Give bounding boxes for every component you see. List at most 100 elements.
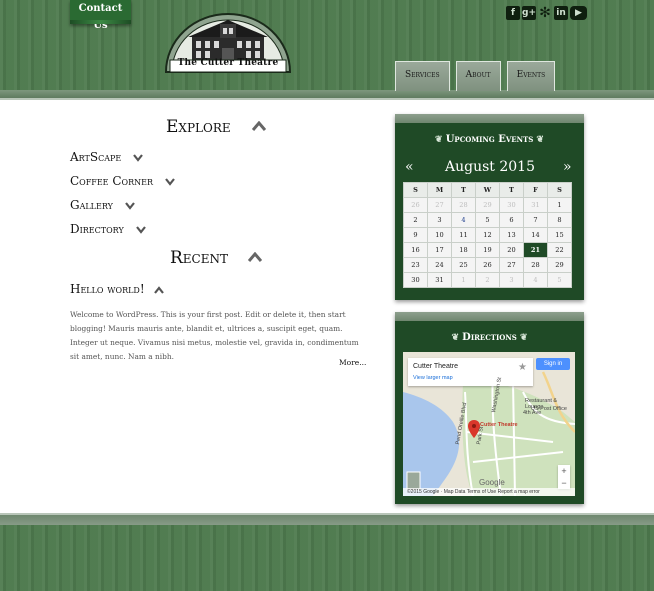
events-widget: ❦ Upcoming Events ❦ « August 2015 » S M … <box>395 114 584 300</box>
weekday-header: T <box>499 182 524 198</box>
nav-about[interactable]: About <box>455 61 501 91</box>
calendar-day: 29 <box>475 197 500 213</box>
calendar-day: 15 <box>547 227 572 243</box>
calendar-day: 1 <box>547 197 572 213</box>
calendar-week-row: 9 10 11 12 13 14 15 <box>403 227 572 243</box>
linkedin-icon[interactable]: in <box>554 6 568 20</box>
calendar-week-row: 16 17 18 19 20 21 22 <box>403 242 572 258</box>
calendar-day: 14 <box>523 227 548 243</box>
map-zoom-control: + − <box>558 465 570 489</box>
more-link[interactable]: More... <box>339 358 366 367</box>
header-band <box>0 90 654 100</box>
footer-band <box>0 513 654 525</box>
calendar-week-row: 2 3 4 5 6 7 8 <box>403 212 572 228</box>
explore-item-label: Coffee Corner <box>70 174 153 188</box>
chevron-down-icon[interactable] <box>133 153 143 162</box>
explore-title: Explore <box>166 117 231 137</box>
weekday-header: S <box>403 182 428 198</box>
explore-item-artscape[interactable]: ArtScape <box>70 150 143 164</box>
collapse-explore-icon[interactable] <box>252 121 266 131</box>
flourish-right-icon: ❦ <box>533 135 544 145</box>
prev-month-button[interactable]: « <box>405 159 414 175</box>
events-widget-title: ❦ Upcoming Events ❦ <box>395 134 584 145</box>
calendar-weekday-row: S M T W T F S <box>403 182 572 198</box>
zoom-in-button[interactable]: + <box>558 465 570 477</box>
nav-services[interactable]: Services <box>395 61 450 91</box>
contact-us-button[interactable]: Contact Us <box>70 0 131 31</box>
calendar-day: 13 <box>499 227 524 243</box>
calendar-day: 8 <box>547 212 572 228</box>
calendar-week-row: 30 31 1 2 3 4 5 <box>403 272 572 288</box>
explore-item-gallery[interactable]: Gallery <box>70 198 135 212</box>
youtube-icon[interactable]: ▶ <box>570 6 587 20</box>
calendar-day: 6 <box>499 212 524 228</box>
map-place-card: Cutter Theatre View larger map ★ <box>408 358 533 386</box>
post-title-link[interactable]: Hello world! <box>70 282 165 296</box>
calendar-day: 11 <box>451 227 476 243</box>
view-larger-map-link[interactable]: View larger map <box>413 375 453 381</box>
calendar-day: 28 <box>523 257 548 273</box>
calendar-day: 31 <box>427 272 452 288</box>
calendar-day: 2 <box>475 272 500 288</box>
flourish-left-icon: ❦ <box>435 135 446 145</box>
calendar-day: 24 <box>427 257 452 273</box>
explore-item-label: ArtScape <box>70 150 122 164</box>
explore-item-label: Gallery <box>70 198 113 212</box>
yelp-icon[interactable]: ✻ <box>538 6 552 20</box>
calendar-day: 18 <box>451 242 476 258</box>
map-place-name: Cutter Theatre <box>413 363 459 370</box>
calendar-day: 3 <box>427 212 452 228</box>
calendar-month: August 2015 <box>445 159 535 175</box>
chevron-down-icon[interactable] <box>164 177 175 186</box>
calendar-week-row: 23 24 25 26 27 28 29 <box>403 257 572 273</box>
calendar-day-event-link[interactable]: 4 <box>451 212 476 228</box>
flourish-left-icon: ❦ <box>451 333 463 343</box>
calendar-day: 5 <box>475 212 500 228</box>
calendar-day: 10 <box>427 227 452 243</box>
calendar-grid: S M T W T F S 26 27 28 29 30 31 1 2 3 4 … <box>403 182 572 288</box>
calendar-day: 28 <box>451 197 476 213</box>
calendar-day: 12 <box>475 227 500 243</box>
star-icon[interactable]: ★ <box>518 362 527 373</box>
weekday-header: F <box>523 182 548 198</box>
map-sign-in-button[interactable]: Sign in <box>536 358 570 370</box>
weekday-header: W <box>475 182 500 198</box>
calendar-day: 29 <box>547 257 572 273</box>
calendar-day: 1 <box>451 272 476 288</box>
explore-item-coffee-corner[interactable]: Coffee Corner <box>70 174 175 188</box>
chevron-down-icon[interactable] <box>124 201 135 210</box>
facebook-icon[interactable]: f <box>506 6 520 20</box>
weekday-header: S <box>547 182 572 198</box>
directions-widget-title: ❦ Directions ❦ <box>395 332 584 343</box>
map-footer: ©2015 Google · Map Data Terms of Use Rep… <box>403 488 575 496</box>
explore-item-directory[interactable]: Directory <box>70 222 146 236</box>
calendar-day-today: 21 <box>523 242 548 258</box>
widget-cap <box>395 312 584 321</box>
embedded-map[interactable]: Cutter Theatre View larger map ★ Sign in… <box>403 352 575 496</box>
calendar-day: 26 <box>403 197 428 213</box>
events-title-text: Upcoming Events <box>445 134 534 145</box>
next-month-button[interactable]: » <box>563 159 572 175</box>
directions-widget: ❦ Directions ❦ Cutter Theatre View large… <box>395 312 584 504</box>
calendar-day: 17 <box>427 242 452 258</box>
calendar-day: 23 <box>403 257 428 273</box>
calendar-day: 22 <box>547 242 572 258</box>
google-logo: Google <box>479 478 505 487</box>
widget-cap <box>395 114 584 123</box>
chevron-up-icon[interactable] <box>154 285 165 294</box>
map-label: US Post Office <box>531 406 567 412</box>
directions-title-text: Directions <box>462 332 517 343</box>
calendar-day: 25 <box>451 257 476 273</box>
collapse-recent-icon[interactable] <box>248 252 262 262</box>
calendar-day: 27 <box>427 197 452 213</box>
calendar-day: 26 <box>475 257 500 273</box>
calendar-day: 30 <box>499 197 524 213</box>
google-plus-icon[interactable]: g+ <box>522 6 536 20</box>
nav-events[interactable]: Events <box>506 61 556 91</box>
chevron-down-icon[interactable] <box>135 225 146 234</box>
post-title: Hello world! <box>70 282 145 296</box>
calendar-day: 3 <box>499 272 524 288</box>
weekday-header: M <box>427 182 452 198</box>
calendar-day: 27 <box>499 257 524 273</box>
calendar-day: 20 <box>499 242 524 258</box>
